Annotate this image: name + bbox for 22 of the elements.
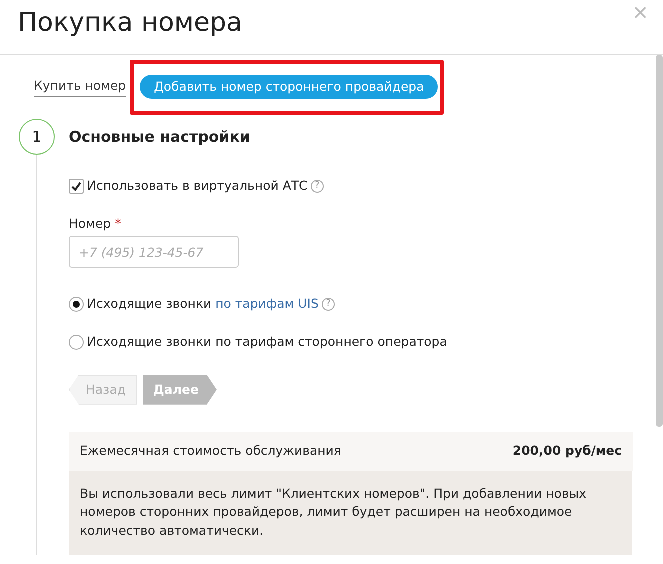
- field-label: Номер: [69, 216, 112, 230]
- radio-label: Исходящие звонки по тарифам UIS: [87, 295, 319, 314]
- tariff-link[interactable]: по тарифам UIS: [216, 296, 319, 312]
- help-icon[interactable]: ?: [310, 180, 324, 193]
- required-mark: *: [115, 216, 122, 230]
- tab[interactable]: Купить номер: [34, 77, 126, 97]
- close-button[interactable]: ×: [626, 0, 655, 28]
- step-number: 1: [19, 119, 55, 155]
- radio-button[interactable]: [69, 335, 84, 350]
- tab[interactable]: Добавить номер стороннего провайдера: [140, 74, 438, 100]
- cost-label: Ежемесячная стоимость обслуживания: [80, 442, 342, 460]
- checkbox[interactable]: [69, 178, 84, 194]
- help-icon[interactable]: ?: [322, 298, 336, 312]
- cost-value: 200,00 руб/мес: [512, 442, 622, 460]
- checkbox-label: Использовать в виртуальной АТС: [87, 177, 308, 195]
- scrollbar[interactable]: [656, 55, 663, 427]
- phone-input[interactable]: +7 (495) 123-45-67: [69, 236, 239, 268]
- radio-button[interactable]: [69, 297, 84, 312]
- step-title: Основные настройки: [69, 126, 250, 148]
- limit-notice: Вы использовали весь лимит "Клиентских номеров". При добавлении новых номеров сторонних провайдеров, лимит будет расширен на необходимое количество автоматически.: [69, 470, 632, 555]
- dialog-title: Покупка номера: [18, 8, 242, 40]
- radio-label: Исходящие звонки по тарифам стороннего оператора: [87, 333, 448, 352]
